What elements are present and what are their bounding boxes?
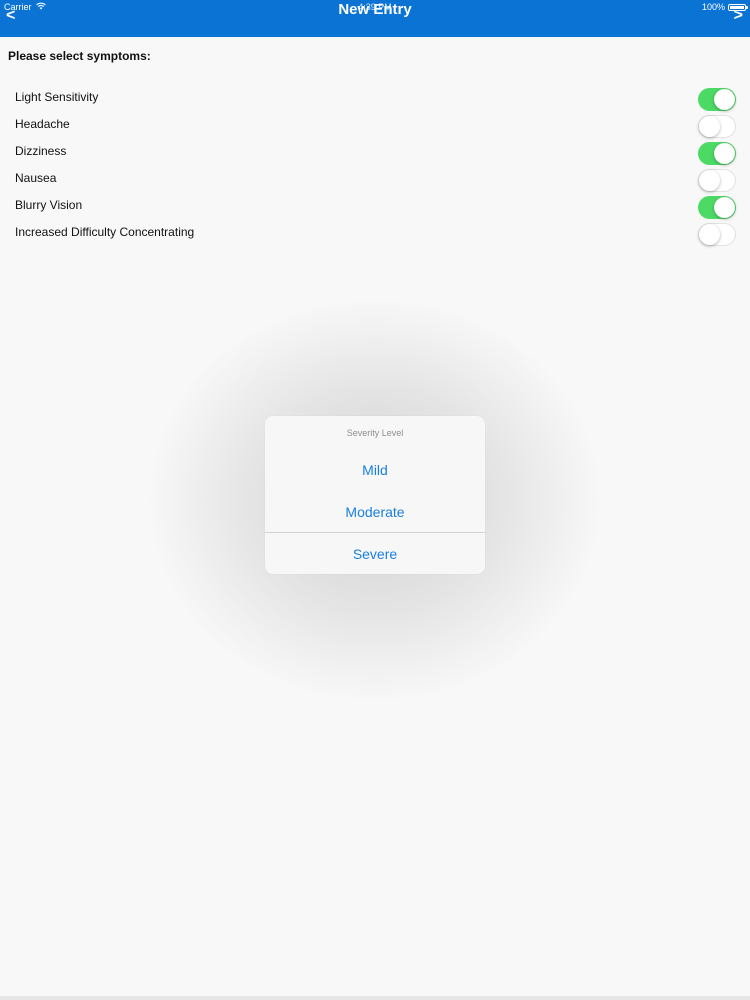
symptom-label: Blurry Vision (15, 198, 83, 212)
symptom-label: Increased Difficulty Concentrating (15, 225, 195, 239)
symptom-label: Light Sensitivity (15, 90, 99, 104)
severity-dialog: Severity Level Mild Moderate Severe (265, 416, 485, 574)
blurry-vision-toggle[interactable] (698, 196, 736, 219)
navigation-bar: Carrier 4:39 PM 100% New Entry < > (0, 0, 750, 37)
symptom-row-light-sensitivity: Light Sensitivity (0, 83, 750, 111)
toggle-knob (699, 224, 720, 245)
symptom-label: Headache (15, 117, 70, 131)
option-severe-button[interactable]: Severe (265, 546, 485, 562)
toggle-knob (714, 197, 735, 218)
light-sensitivity-toggle[interactable] (698, 88, 736, 111)
toggle-knob (699, 116, 720, 137)
option-mild-button[interactable]: Mild (265, 462, 485, 478)
toggle-knob (714, 89, 735, 110)
toggle-knob (699, 170, 720, 191)
forward-button[interactable]: > (734, 7, 743, 25)
dialog-divider (265, 532, 485, 533)
symptom-row-blurry-vision: Blurry Vision (0, 191, 750, 219)
symptom-row-nausea: Nausea (0, 164, 750, 192)
headache-toggle[interactable] (698, 115, 736, 138)
symptom-label: Nausea (15, 171, 57, 185)
dialog-title: Severity Level (346, 428, 404, 438)
symptom-row-headache: Headache (0, 110, 750, 138)
toggle-knob (714, 143, 735, 164)
symptom-row-difficulty-concentrating: Increased Difficulty Concentrating (0, 218, 750, 246)
difficulty-concentrating-toggle[interactable] (698, 223, 736, 246)
page-title: New Entry (338, 1, 412, 18)
option-moderate-button[interactable]: Moderate (265, 504, 485, 520)
symptom-row-dizziness: Dizziness (0, 137, 750, 165)
symptom-label: Dizziness (15, 144, 67, 158)
bottom-edge (0, 996, 750, 1000)
dizziness-toggle[interactable] (698, 142, 736, 165)
symptom-list: Light Sensitivity Headache Dizziness Nau… (0, 83, 750, 246)
symptoms-prompt: Please select symptoms: (8, 49, 151, 63)
nausea-toggle[interactable] (698, 169, 736, 192)
app-screen: Carrier 4:39 PM 100% New Entry < > Pleas… (0, 0, 750, 1000)
back-button[interactable]: < (6, 7, 15, 25)
